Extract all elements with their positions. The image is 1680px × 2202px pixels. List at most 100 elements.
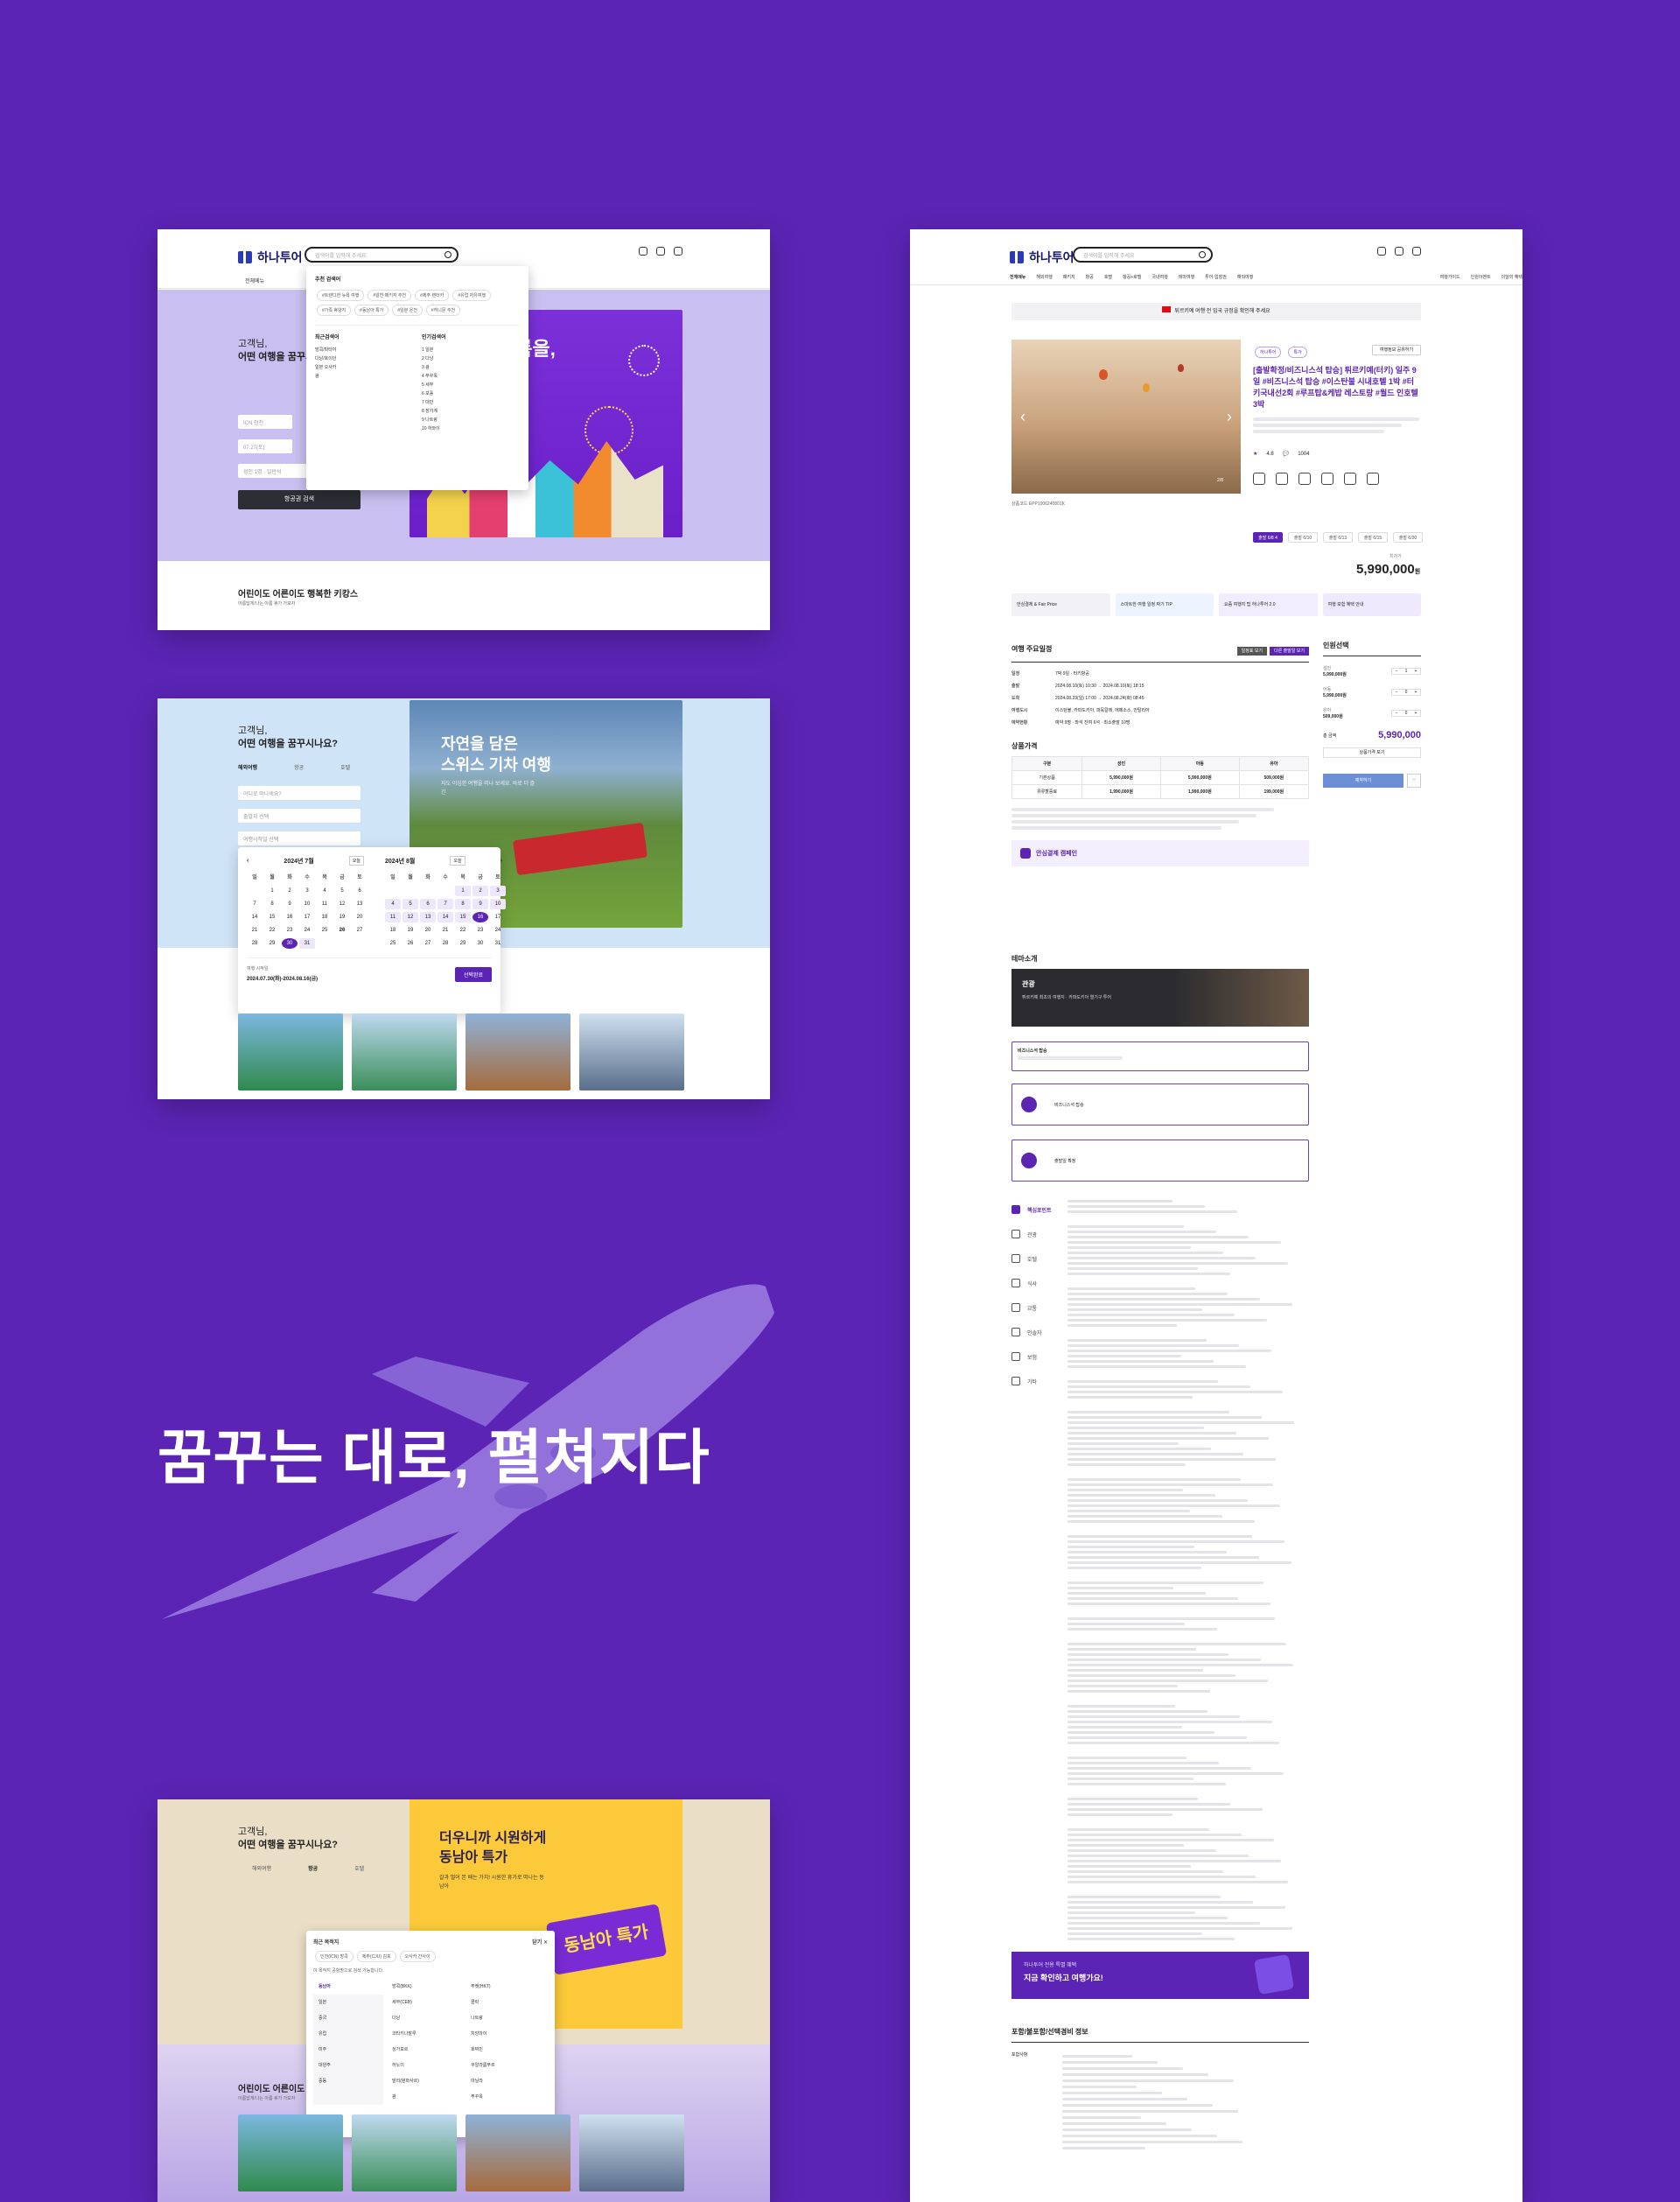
calendar-day[interactable]: 24 (299, 925, 315, 936)
tab-flight[interactable]: 항공 (294, 763, 304, 771)
gnb-right-item[interactable]: 인원이벤트 (1471, 274, 1491, 280)
calendar-day[interactable]: 26 (334, 925, 350, 936)
city-item[interactable]: 치앙마이 (471, 2026, 541, 2042)
today-badge[interactable]: 오늘 (450, 856, 466, 866)
calendar-day[interactable]: 28 (438, 938, 453, 949)
calendar-day[interactable]: 13 (420, 912, 436, 922)
tab-hotel[interactable]: 호텔 (340, 763, 350, 771)
calendar-day[interactable]: 18 (385, 925, 401, 936)
calendar-day[interactable]: 7 (247, 899, 262, 909)
popular-item[interactable]: 2 다낭 (422, 354, 516, 363)
popular-item[interactable]: 7 대만 (422, 398, 516, 407)
city-item[interactable]: 푸켓(HKT) (471, 1979, 541, 1995)
calendar-day[interactable]: 22 (264, 925, 280, 936)
date-field[interactable]: 07.27(토) (238, 439, 292, 453)
calendar-day[interactable]: 7 (438, 899, 453, 909)
gnb-item[interactable]: 테마여행 (1179, 274, 1194, 280)
recommended-chip[interactable]: #허니문 추천 (425, 305, 461, 316)
today-badge[interactable]: 오늘 (348, 856, 364, 866)
popular-item[interactable]: 6 보홀 (422, 389, 516, 398)
recent-item[interactable]: 방콕/파타야 (315, 346, 410, 354)
city-item[interactable]: 다낭 (392, 2010, 462, 2026)
calendar-day[interactable]: 6 (420, 899, 436, 909)
region-item[interactable]: 중동 (313, 2073, 383, 2089)
popular-item[interactable]: 3 괌 (422, 363, 516, 372)
calendar-day[interactable]: 29 (264, 938, 280, 949)
start-date-field[interactable]: 여행시작일 선택 (238, 831, 360, 845)
minus-icon[interactable]: − (1392, 711, 1401, 716)
city-item[interactable]: 코타키나발루 (392, 2026, 462, 2042)
calendar-day[interactable]: 1 (455, 886, 471, 896)
calendar-day[interactable]: 30 (282, 938, 298, 949)
notice-bar[interactable]: 튀르키예 여행 전 입국 규정을 확인해 주세요 (1012, 303, 1421, 320)
thumb-waterpark[interactable] (238, 1013, 343, 1090)
recent-item[interactable]: 다낭/호이안 (315, 354, 410, 363)
plus-icon[interactable]: + (1411, 711, 1420, 716)
calendar-day[interactable]: 27 (420, 938, 436, 949)
calendar-day[interactable]: 22 (455, 925, 471, 936)
calendar-day[interactable]: 19 (402, 925, 418, 936)
city-item[interactable]: 마닐라 (471, 2073, 541, 2089)
calendar-day[interactable]: 17 (299, 912, 315, 922)
calendar-day[interactable]: 27 (352, 925, 368, 936)
departure-tab[interactable]: 출발 6/13 (1323, 532, 1353, 543)
gnb-item[interactable]: 항공+호텔 (1123, 274, 1141, 280)
flight-search-button[interactable]: 항공권 검색 (238, 490, 360, 509)
destination-chip[interactable]: 제주(CJU) 김포 (356, 1951, 396, 1962)
origin-field[interactable]: 출발지 선택 (238, 809, 360, 823)
calendar-day[interactable]: 18 (317, 912, 332, 922)
origin-field[interactable]: ICN 인천 (238, 415, 292, 429)
city-item[interactable]: 발리(덴파사르) (392, 2073, 462, 2089)
calendar-day[interactable]: 25 (317, 925, 332, 936)
theme-image[interactable]: 관광 튀르키예 최초의 여행지 · 카파도키아 열기구 투어 (1012, 969, 1309, 1027)
promo-card[interactable]: 안심결제 & Fair Price (1012, 593, 1110, 616)
plus-icon[interactable]: + (1411, 669, 1420, 674)
calendar-day[interactable]: 8 (264, 899, 280, 909)
calendar-day[interactable]: 14 (438, 912, 453, 922)
popular-item[interactable]: 5 세부 (422, 381, 516, 389)
calendar-day[interactable]: 13 (352, 899, 368, 909)
gnb-right-item[interactable]: 여행가이드 (1440, 274, 1460, 280)
calendar-day[interactable]: 16 (472, 912, 488, 922)
all-menu-button[interactable]: 전체메뉴 (245, 277, 264, 284)
calendar-day[interactable]: 12 (334, 899, 350, 909)
promo-card[interactable]: 여행 보험 혜택 안내 (1322, 593, 1421, 616)
city-item[interactable]: 나트랑 (471, 2010, 541, 2026)
city-item[interactable]: 푸꾸옥 (471, 2089, 541, 2105)
recent-item[interactable]: 일본 오사카 (315, 363, 410, 372)
calendar-day[interactable]: 29 (455, 938, 471, 949)
calendar-day[interactable]: 8 (455, 899, 471, 909)
recommended-chip[interactable]: #일본 온천 (392, 305, 423, 316)
calendar-day[interactable]: 28 (247, 938, 262, 949)
all-menu-button[interactable]: 전체메뉴 (1010, 274, 1026, 280)
departure-tab[interactable]: 출발 6/20 (1393, 532, 1423, 543)
recommended-chip[interactable]: #동남아 특가 (354, 305, 389, 316)
thumb-castle[interactable] (466, 2114, 570, 2191)
wishlist-icon[interactable]: ♡ (1407, 774, 1421, 788)
side-menu-item[interactable]: 인솔자 (1012, 1320, 1064, 1344)
price-detail-button[interactable]: 상품가격 보기 (1323, 747, 1421, 758)
popular-item[interactable]: 4 푸꾸옥 (422, 372, 516, 381)
calendar-day[interactable]: 17 (490, 912, 506, 922)
heart-icon[interactable] (674, 247, 682, 256)
search-input[interactable]: 검색어를 입력해 주세요 (1073, 247, 1213, 263)
promo-card[interactable]: 스마트한 여행 일정 짜기 TIP (1115, 593, 1214, 616)
calendar-day[interactable]: 21 (438, 925, 453, 936)
user-icon[interactable] (1377, 247, 1386, 256)
quantity-stepper[interactable]: −0 + (1391, 710, 1421, 717)
city-item[interactable]: 클락 (471, 1995, 541, 2010)
calendar-day[interactable]: 16 (282, 912, 298, 922)
calendar-day[interactable]: 1 (264, 886, 280, 896)
itinerary-button[interactable]: 일정표 보기 (1236, 647, 1268, 656)
recommended-chip[interactable]: #유럽 자유여행 (452, 290, 492, 301)
recommended-chip[interactable]: #알찬 패키지 추천 (368, 290, 412, 301)
quantity-stepper[interactable]: −1 + (1391, 668, 1421, 675)
next-month-icon[interactable]: › (500, 858, 502, 864)
side-menu-item[interactable]: 식사 (1012, 1271, 1064, 1295)
calendar-day[interactable]: 31 (490, 938, 506, 949)
thumb-resort[interactable] (352, 1013, 457, 1090)
popular-item[interactable]: 1 일본 (422, 346, 516, 354)
recommended-chip[interactable]: #트렌디한 뉴욕 여행 (317, 290, 365, 301)
gnb-item[interactable]: 투어·입장권 (1205, 274, 1227, 280)
calendar-day[interactable]: 11 (385, 912, 401, 922)
